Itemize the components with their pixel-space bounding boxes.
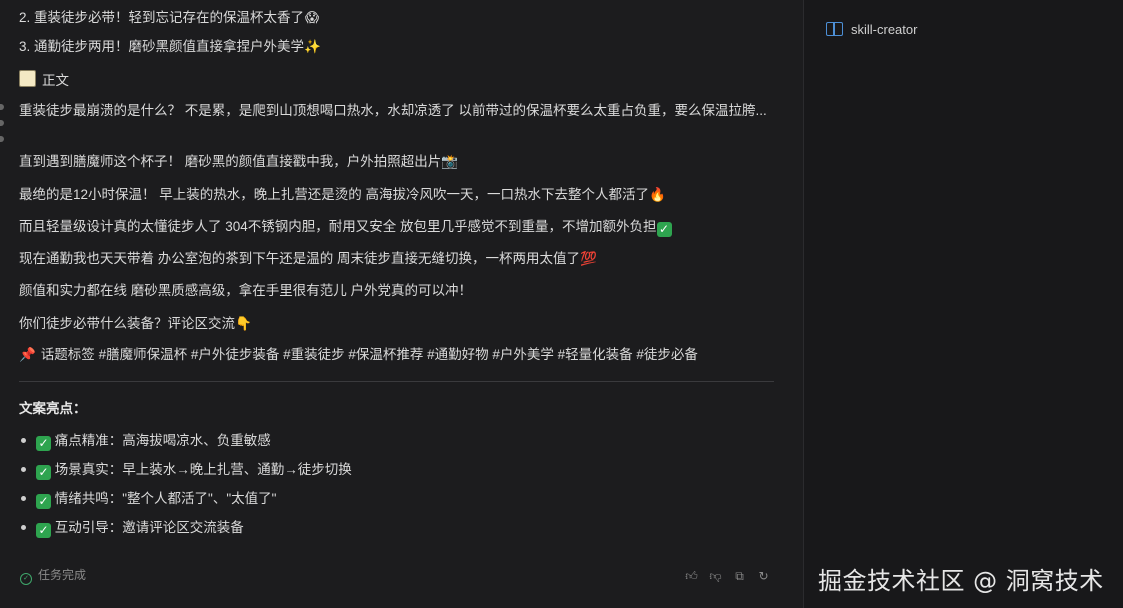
skill-item-label: skill-creator <box>851 22 918 37</box>
paragraph-4-text: 而且轻量级设计真的太懂徒步人了 304不锈钢内胆，耐用又安全 放包里几乎感觉不到… <box>19 219 657 234</box>
check-icon: ✓ <box>36 436 51 451</box>
paragraph-2: 直到遇到膳魔师这个杯子！ 磨砂黑的颜值直接戳中我，户外拍照超出片📸 <box>19 153 459 171</box>
paragraph-7: 你们徒步必带什么装备？评论区交流👇 <box>19 315 252 333</box>
list-item-3: 3. 通勤徒步两用！磨砂黑颜值直接拿捏户外美学✨ <box>19 38 321 56</box>
highlight-item-label: 情绪共鸣："整个人都活了"、"太值了" <box>54 491 277 506</box>
paragraph-1: 重装徒步最崩溃的是什么？ 不是累，是爬到山顶想喝口热水，水却凉透了 以前带过的保… <box>19 103 767 118</box>
divider <box>19 381 774 382</box>
highlight-item-label: 痛点精准：高海拔喝凉水、负重敏感 <box>54 433 271 448</box>
watermark: 掘金技术社区 @ 洞窝技术 <box>818 567 1104 595</box>
paragraph-4: 而且轻量级设计真的太懂徒步人了 304不锈钢内胆，耐用又安全 放包里几乎感觉不到… <box>19 218 672 237</box>
body-heading-text: 正文 <box>42 73 69 88</box>
pin-icon: 📌 <box>19 347 36 362</box>
chat-panel: 2. 重装徒步必带！轻到忘记存在的保温杯太香了😱 3. 通勤徒步两用！磨砂黑颜值… <box>0 0 802 608</box>
skills-sidebar <box>803 0 1123 608</box>
hundred-icon: 💯 <box>580 251 597 266</box>
skill-item[interactable]: skill-creator <box>826 22 917 38</box>
highlight-item: ✓ 互动引导：邀请评论区交流装备 <box>19 519 244 538</box>
paragraph-3: 最绝的是12小时保温！ 早上装的热水，晚上扎营还是烫的 高海拔冷风吹一天，一口热… <box>19 186 666 204</box>
point-down-icon: 👇 <box>235 316 252 331</box>
list-item-2: 2. 重装徒步必带！轻到忘记存在的保温杯太香了😱 <box>19 9 320 27</box>
check-icon: ✓ <box>36 523 51 538</box>
scroll-indicator[interactable] <box>0 104 4 152</box>
body-heading: 正文 <box>19 70 69 90</box>
highlight-item: ✓ 场景真实：早上装水→晚上扎营、通勤→徒步切换 <box>19 461 352 480</box>
paragraph-5: 现在通勤我也天天带着 办公室泡的茶到下午还是温的 周末徒步直接无缝切换，一杯两用… <box>19 250 597 268</box>
book-icon <box>826 22 843 36</box>
list-item-3-text: 3. 通勤徒步两用！磨砂黑颜值直接拿捏户外美学 <box>19 39 305 54</box>
message-actions: 👍︎ 👎︎ ⧉ ↻ <box>684 568 780 584</box>
paragraph-6: 颜值和实力都在线 磨砂黑质感高级，拿在手里很有范儿 户外党真的可以冲！ <box>19 283 473 298</box>
fire-icon: 🔥 <box>649 187 666 202</box>
refresh-icon[interactable]: ↻ <box>756 569 771 584</box>
sparkles-icon: ✨ <box>304 39 321 54</box>
check-icon: ✓ <box>36 494 51 509</box>
highlights-title: 文案亮点： <box>19 401 87 416</box>
paragraph-2-text: 直到遇到膳魔师这个杯子！ 磨砂黑的颜值直接戳中我，户外拍照超出片 <box>19 154 442 169</box>
list-item-2-text: 2. 重装徒步必带！轻到忘记存在的保温杯太香了 <box>19 10 305 25</box>
highlight-item-label: 互动引导：邀请评论区交流装备 <box>54 520 244 535</box>
scream-icon: 😱 <box>304 10 320 25</box>
thumbs-down-icon[interactable]: 👎︎ <box>708 569 723 584</box>
highlight-item-label: 场景真实：早上装水→晚上扎营、通勤→徒步切换 <box>54 462 352 477</box>
highlight-item: ✓ 情绪共鸣："整个人都活了"、"太值了" <box>19 490 276 509</box>
check-icon: ✓ <box>36 465 51 480</box>
tags-text: 话题标签 #膳魔师保温杯 #户外徒步装备 #重装徒步 #保温杯推荐 #通勤好物 … <box>40 347 698 362</box>
paragraph-5-text: 现在通勤我也天天带着 办公室泡的茶到下午还是温的 周末徒步直接无缝切换，一杯两用… <box>19 251 581 266</box>
check-circle-icon: ✓ <box>20 573 32 585</box>
paragraph-7-text: 你们徒步必带什么装备？评论区交流 <box>19 316 235 331</box>
camera-icon: 📸 <box>441 154 459 169</box>
task-status: ✓ 任务完成 <box>20 567 86 585</box>
thumbs-up-icon[interactable]: 👍︎ <box>684 569 699 584</box>
paragraph-3-text: 最绝的是12小时保温！ 早上装的热水，晚上扎营还是烫的 高海拔冷风吹一天，一口热… <box>19 187 650 202</box>
check-icon: ✓ <box>656 222 672 237</box>
task-status-label: 任务完成 <box>38 568 87 582</box>
highlight-item: ✓ 痛点精准：高海拔喝凉水、负重敏感 <box>19 432 271 451</box>
copy-icon[interactable]: ⧉ <box>732 569 747 584</box>
memo-icon <box>19 70 36 87</box>
tags-line: 📌 话题标签 #膳魔师保温杯 #户外徒步装备 #重装徒步 #保温杯推荐 #通勤好物… <box>19 346 698 364</box>
